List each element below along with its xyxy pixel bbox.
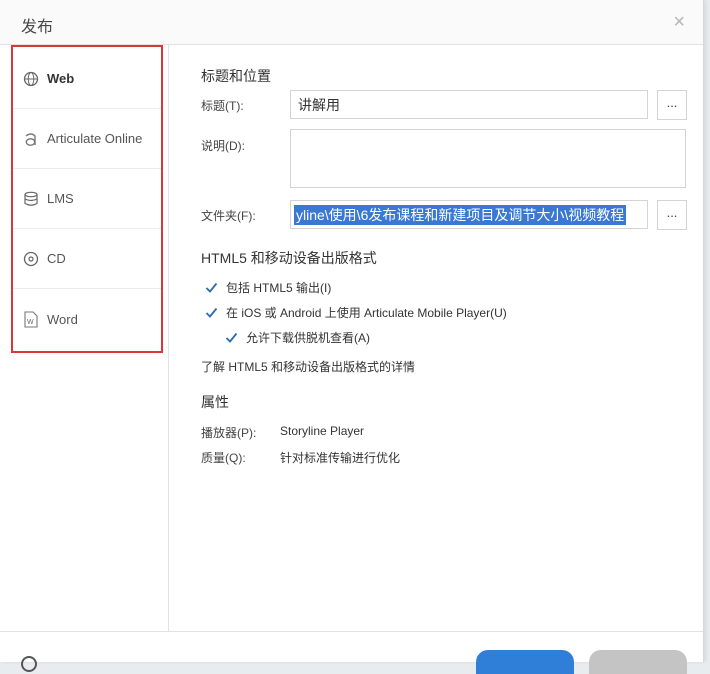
dialog-footer xyxy=(0,631,703,674)
sidebar-item-label: LMS xyxy=(47,191,74,206)
svg-text:W: W xyxy=(27,319,34,326)
checkmark-icon[interactable] xyxy=(205,281,218,294)
dialog-title: 发布 xyxy=(21,19,54,36)
folder-input[interactable]: yline\使用\6发布课程和新建项目及调节大小\视频教程 xyxy=(290,200,648,229)
sidebar-item-word[interactable]: W Word xyxy=(13,289,161,349)
database-icon xyxy=(22,190,40,208)
sidebar-item-cd[interactable]: CD xyxy=(13,229,161,289)
include-html5-option[interactable]: 包括 HTML5 输出(I) xyxy=(205,279,331,296)
include-html5-label: 包括 HTML5 输出(I) xyxy=(226,281,332,295)
folder-path-selection: yline\使用\6发布课程和新建项目及调节大小\视频教程 xyxy=(294,205,627,225)
checkmark-icon[interactable] xyxy=(205,306,218,319)
globe-icon xyxy=(22,70,40,88)
cancel-button[interactable] xyxy=(589,650,687,674)
publish-settings-panel: 标题和位置 标题(T): ... 说明(D): 文件夹(F): yline\使用… xyxy=(170,45,703,632)
sidebar-item-web[interactable]: Web xyxy=(13,49,161,109)
description-label: 说明(D): xyxy=(201,139,245,153)
title-bar: 发布 × xyxy=(0,0,703,45)
offline-download-label: 允许下载供脱机查看(A) xyxy=(246,331,370,345)
sidebar-item-articulate-online[interactable]: Articulate Online xyxy=(13,109,161,169)
publish-button[interactable] xyxy=(476,650,574,674)
document-icon: W xyxy=(22,310,40,328)
properties-heading: 属性 xyxy=(201,394,229,410)
html5-heading: HTML5 和移动设备出版格式 xyxy=(201,250,377,266)
title-browse-button[interactable]: ... xyxy=(657,90,687,120)
player-value-link[interactable]: Storyline Player xyxy=(280,424,364,438)
publish-sidebar: Web Articulate Online LMS CD W Word xyxy=(0,45,169,632)
sidebar-item-label: Web xyxy=(47,71,75,86)
description-textarea[interactable] xyxy=(290,129,686,188)
sidebar-item-label: CD xyxy=(47,251,66,266)
quality-label: 质量(Q): xyxy=(201,451,246,465)
folder-label: 文件夹(F): xyxy=(201,209,256,223)
articulate-icon xyxy=(22,130,40,148)
footer-link-partial[interactable] xyxy=(46,654,126,662)
html5-learn-more-link[interactable]: 了解 HTML5 和移动设备出版格式的详情 xyxy=(201,358,415,375)
title-input[interactable] xyxy=(290,90,648,119)
quality-value-link[interactable]: 针对标准传输进行优化 xyxy=(280,449,400,466)
player-label: 播放器(P): xyxy=(201,426,257,440)
close-button[interactable]: × xyxy=(673,12,685,32)
publish-dialog: 发布 × Web Articulate Online LMS CD W Word… xyxy=(0,0,704,674)
help-icon[interactable] xyxy=(21,656,37,672)
offline-download-option[interactable]: 允许下载供脱机查看(A) xyxy=(225,329,370,346)
mobile-player-option[interactable]: 在 iOS 或 Android 上使用 Articulate Mobile Pl… xyxy=(205,304,507,321)
checkmark-icon[interactable] xyxy=(225,331,238,344)
disc-icon xyxy=(22,250,40,268)
title-label: 标题(T): xyxy=(201,99,244,113)
close-icon[interactable]: × xyxy=(673,11,685,33)
sidebar-item-lms[interactable]: LMS xyxy=(13,169,161,229)
mobile-player-label: 在 iOS 或 Android 上使用 Articulate Mobile Pl… xyxy=(226,306,507,320)
title-location-heading: 标题和位置 xyxy=(201,68,271,84)
sidebar-item-label: Articulate Online xyxy=(47,131,143,146)
folder-browse-button[interactable]: ... xyxy=(657,200,687,230)
sidebar-item-label: Word xyxy=(47,311,78,327)
